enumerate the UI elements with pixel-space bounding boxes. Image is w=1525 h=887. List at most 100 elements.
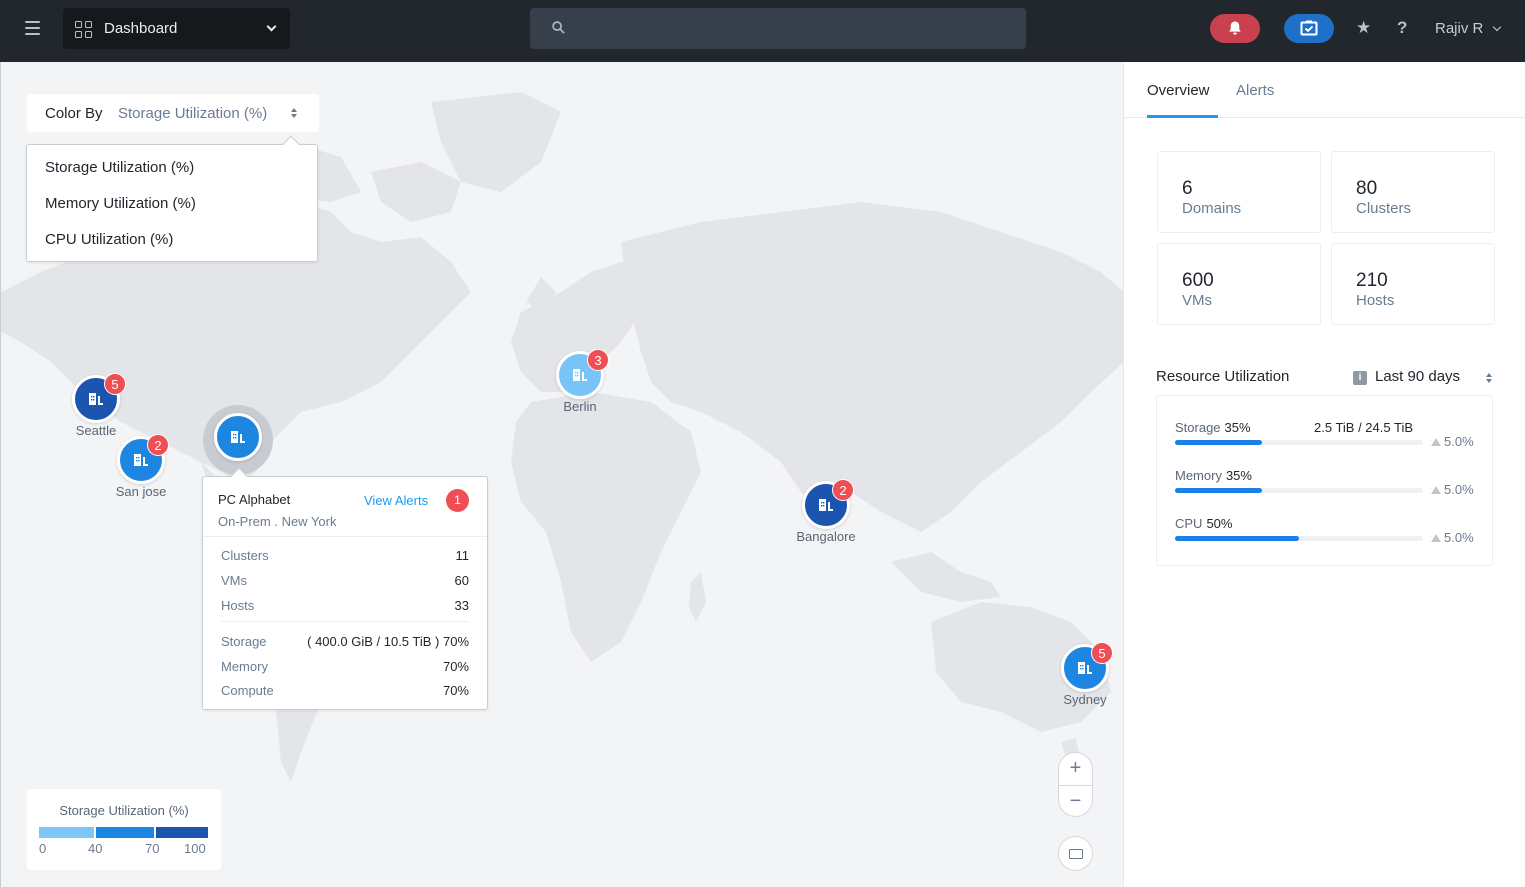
trend-delta: 5.0% xyxy=(1431,530,1474,545)
stat-value: 210 xyxy=(1356,270,1388,291)
stat-value: 600 xyxy=(1182,270,1214,291)
fit-screen-icon xyxy=(1069,849,1083,859)
world-map[interactable]: Color By Storage Utilization (%) Storage… xyxy=(0,62,1123,887)
resource-percent: 35% xyxy=(1225,468,1252,483)
active-tab-indicator xyxy=(1147,115,1218,118)
alert-count-badge: 5 xyxy=(1091,642,1113,664)
app-switcher-label: Dashboard xyxy=(104,20,178,37)
sort-arrows-icon[interactable] xyxy=(1486,372,1492,384)
stat-card-clusters[interactable]: 80 Clusters xyxy=(1331,151,1495,233)
legend-tick: 40 xyxy=(88,841,103,856)
detail-value: ( 400.0 GiB / 10.5 TiB ) 70% xyxy=(307,634,469,649)
resource-utilization-card: Storage 35% 2.5 TiB / 24.5 TiB 5.0% Memor… xyxy=(1156,395,1493,566)
building-icon xyxy=(1078,662,1092,674)
resource-label: CPU 50% xyxy=(1175,516,1233,531)
color-by-select[interactable]: Color By Storage Utilization (%) xyxy=(27,94,319,132)
building-icon xyxy=(819,499,833,511)
time-range-select[interactable]: Last 90 days xyxy=(1375,368,1460,385)
view-alerts-link[interactable]: View Alerts xyxy=(364,493,428,508)
hamburger-icon[interactable] xyxy=(25,21,40,35)
sort-arrows-icon xyxy=(291,107,297,119)
stat-card-vms[interactable]: 600 VMs xyxy=(1157,243,1321,325)
detail-label: VMs xyxy=(221,573,247,588)
progress-track xyxy=(1175,536,1423,541)
legend-tick: 70 xyxy=(145,841,160,856)
dropdown-option-storage[interactable]: Storage Utilization (%) xyxy=(45,159,194,176)
resource-capacity: 2.5 TiB / 24.5 TiB xyxy=(1314,420,1413,435)
marker-label: Berlin xyxy=(563,399,597,414)
alert-count-badge: 1 xyxy=(446,489,469,512)
alerts-button[interactable] xyxy=(1210,14,1260,43)
dropdown-option-memory[interactable]: Memory Utilization (%) xyxy=(45,195,196,212)
resource-percent: 35% xyxy=(1224,420,1251,435)
resource-percent: 50% xyxy=(1206,516,1233,531)
search-icon xyxy=(552,21,565,34)
zoom-in-button[interactable]: + xyxy=(1059,753,1092,785)
panel-tabs: Overview Alerts xyxy=(1124,62,1525,118)
tab-overview[interactable]: Overview xyxy=(1147,82,1210,99)
detail-value: 33 xyxy=(454,598,469,613)
building-icon xyxy=(231,431,245,443)
tab-alerts[interactable]: Alerts xyxy=(1236,82,1274,99)
progress-track xyxy=(1175,488,1423,493)
color-by-label: Color By xyxy=(45,105,103,122)
detail-value: 60 xyxy=(454,573,469,588)
alert-count-badge: 5 xyxy=(104,373,126,395)
trend-delta: 5.0% xyxy=(1431,434,1474,449)
search-bar[interactable] xyxy=(530,8,1026,49)
stat-value: 80 xyxy=(1356,178,1378,199)
marker-detail-popover: PC Alphabet On-Prem . New York View Aler… xyxy=(202,476,488,710)
stat-card-domains[interactable]: 6 Domains xyxy=(1157,151,1321,233)
user-chevron-down-icon[interactable] xyxy=(1492,22,1502,32)
progress-track xyxy=(1175,440,1423,445)
detail-label: Memory xyxy=(221,659,268,674)
chevron-down-icon xyxy=(266,21,277,32)
dropdown-option-cpu[interactable]: CPU Utilization (%) xyxy=(45,231,173,248)
map-legend: Storage Utilization (%) 0 40 70 100 xyxy=(27,789,221,870)
legend-swatch-low xyxy=(39,827,94,838)
fit-to-screen-button[interactable] xyxy=(1058,836,1093,871)
app-switcher-dropdown[interactable]: Dashboard xyxy=(63,8,290,49)
resource-utilization-title: Resource Utilization xyxy=(1156,368,1290,385)
building-icon xyxy=(134,454,148,466)
stat-label: Clusters xyxy=(1356,200,1412,217)
detail-value: 11 xyxy=(455,548,470,563)
popover-title: PC Alphabet xyxy=(218,492,291,507)
stat-card-hosts[interactable]: 210 Hosts xyxy=(1331,243,1495,325)
divider xyxy=(203,536,487,537)
building-icon xyxy=(89,393,103,405)
progress-fill xyxy=(1175,488,1262,493)
legend-tick: 0 xyxy=(39,841,47,856)
zoom-controls: + − xyxy=(1058,752,1093,817)
detail-label: Clusters xyxy=(221,548,269,563)
search-input[interactable] xyxy=(575,8,1015,49)
progress-fill xyxy=(1175,536,1299,541)
detail-value: 70% xyxy=(442,659,469,674)
stat-value: 6 xyxy=(1182,178,1193,199)
resource-label: Memory 35% xyxy=(1175,468,1252,483)
alert-count-badge: 2 xyxy=(147,434,169,456)
clipboard-check-icon xyxy=(1300,20,1318,36)
stat-label: Hosts xyxy=(1356,292,1395,309)
legend-swatch-medium xyxy=(96,827,154,838)
star-icon[interactable]: ★ xyxy=(1356,18,1371,38)
building-icon xyxy=(573,369,587,381)
trend-delta: 5.0% xyxy=(1431,482,1474,497)
legend-tick: 100 xyxy=(184,841,206,856)
zoom-out-button[interactable]: − xyxy=(1059,785,1092,817)
grid-icon xyxy=(75,21,92,38)
help-icon[interactable]: ? xyxy=(1397,18,1407,38)
progress-fill xyxy=(1175,440,1262,445)
color-by-value: Storage Utilization (%) xyxy=(118,105,268,122)
divider xyxy=(221,621,469,622)
trend-up-icon xyxy=(1431,438,1441,446)
user-menu[interactable]: Rajiv R xyxy=(1435,20,1483,37)
tasks-button[interactable] xyxy=(1284,14,1334,43)
info-icon[interactable]: i xyxy=(1353,371,1367,385)
trend-up-icon xyxy=(1431,486,1441,494)
bell-icon xyxy=(1229,21,1241,35)
detail-label: Compute xyxy=(221,683,274,698)
legend-title: Storage Utilization (%) xyxy=(59,803,189,818)
legend-swatch-high xyxy=(156,827,208,838)
stat-label: Domains xyxy=(1182,200,1242,217)
